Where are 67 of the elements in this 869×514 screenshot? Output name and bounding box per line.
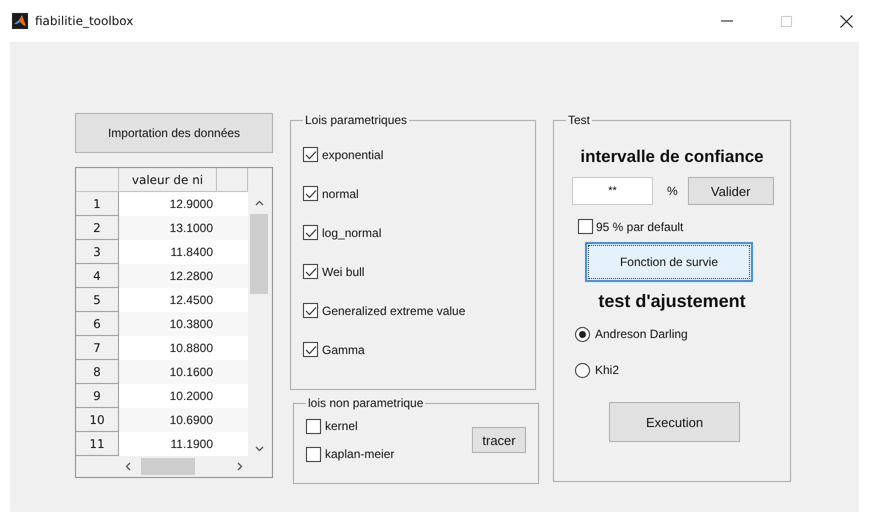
minimize-icon[interactable] <box>721 20 733 22</box>
checkbox-label[interactable]: 95 % par default <box>596 220 684 234</box>
close-icon[interactable] <box>840 14 853 28</box>
validate-button[interactable]: Valider <box>688 177 774 205</box>
scroll-down-icon[interactable] <box>254 446 264 452</box>
maximize-icon <box>781 16 792 26</box>
table-cell: 12.2800 <box>119 264 248 288</box>
row-header: 8 <box>76 360 119 384</box>
row-header: 4 <box>76 264 119 288</box>
row-header: 10 <box>76 408 119 432</box>
import-button[interactable]: Importation des données <box>75 113 273 153</box>
checkbox[interactable] <box>306 446 321 462</box>
scroll-up-icon[interactable] <box>254 200 264 206</box>
radio-label[interactable]: Andreson Darling <box>595 327 688 341</box>
row-header: 1 <box>76 192 119 216</box>
plot-button[interactable]: tracer <box>472 427 526 453</box>
checkbox-label[interactable]: normal <box>322 186 359 200</box>
section-heading: test d'ajustement <box>597 291 747 312</box>
percent-label: % <box>667 184 678 198</box>
checkbox-label[interactable]: kaplan-meier <box>325 447 394 461</box>
row-header: 9 <box>76 384 119 408</box>
radio-button[interactable] <box>575 362 590 378</box>
checkbox-label[interactable]: exponential <box>322 148 384 162</box>
radio-label[interactable]: Khi2 <box>595 363 620 377</box>
row-header: 7 <box>76 336 119 360</box>
table-cell: 12.9000 <box>119 192 248 216</box>
table-cell: 10.2000 <box>119 384 248 408</box>
checkbox[interactable] <box>303 303 318 318</box>
table-cell: 11.1900 <box>119 432 248 456</box>
checkbox[interactable] <box>306 418 321 434</box>
radio-button[interactable] <box>575 326 590 342</box>
row-header: 2 <box>76 216 119 240</box>
row-header: 3 <box>76 240 119 264</box>
section-heading: intervalle de confiance <box>579 147 765 167</box>
execute-button[interactable]: Execution <box>609 402 740 442</box>
checkbox[interactable] <box>303 225 318 240</box>
checkbox[interactable] <box>303 186 318 201</box>
row-header: 6 <box>76 312 119 336</box>
scroll-right-icon[interactable] <box>237 462 243 471</box>
table-cell: 10.1600 <box>119 360 248 384</box>
app-logo-icon <box>12 13 28 29</box>
table-cell: 10.3800 <box>119 312 248 336</box>
group-title: Lois parametriques <box>304 113 408 127</box>
checkbox-label[interactable]: Generalized extreme value <box>322 304 466 318</box>
window-title: fiabilitie_toolbox <box>35 14 134 28</box>
checkbox[interactable] <box>303 264 318 279</box>
table-cell: 12.4500 <box>119 288 248 312</box>
table-cell: 11.8400 <box>119 240 248 264</box>
table-cell: 13.1000 <box>119 216 248 240</box>
row-header: 11 <box>76 432 119 456</box>
checkbox-label[interactable]: kernel <box>325 419 358 433</box>
checkbox[interactable] <box>578 219 593 234</box>
survival-function-button[interactable]: Fonction de survie <box>585 242 753 282</box>
table-cell: 10.6900 <box>119 408 248 432</box>
row-header: 5 <box>76 288 119 312</box>
checkbox[interactable] <box>303 342 318 357</box>
checkbox[interactable] <box>303 147 318 162</box>
checkbox-label[interactable]: Gamma <box>322 342 365 356</box>
scroll-left-icon[interactable] <box>125 462 131 471</box>
checkbox-label[interactable]: log_normal <box>322 226 382 240</box>
group-title: lois non parametrique <box>307 396 424 410</box>
table-cell: 10.8800 <box>119 336 248 360</box>
scroll-thumb[interactable] <box>250 214 268 294</box>
input-field[interactable]: ** <box>572 177 653 205</box>
group-title: Test <box>567 113 592 127</box>
checkbox-label[interactable]: Wei bull <box>322 264 364 278</box>
scroll-thumb[interactable] <box>141 458 195 475</box>
